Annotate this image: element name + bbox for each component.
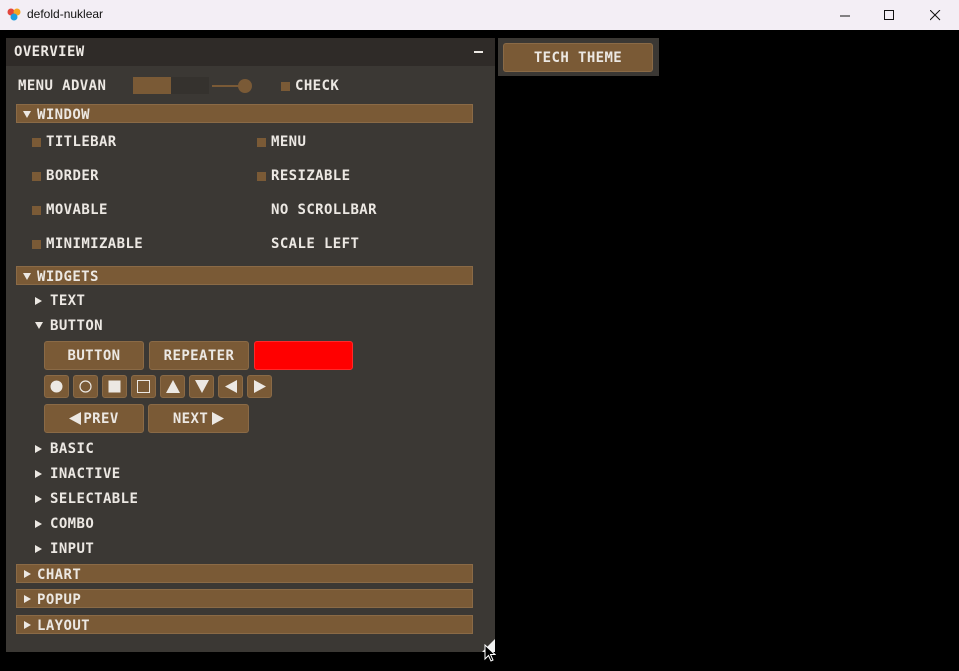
triangle-right-icon	[253, 380, 266, 393]
minimizable-option-label[interactable]: Minimizable	[46, 237, 143, 251]
menu-advanced-label[interactable]: Menu Advan	[18, 79, 106, 93]
symbol-rect-outline-button[interactable]	[131, 375, 156, 398]
collapsed-arrow-icon	[35, 520, 42, 528]
tree-node-basic[interactable]: Basic	[50, 442, 94, 456]
menu-option-label[interactable]: Menu	[271, 135, 306, 149]
collapsed-arrow-icon	[24, 570, 31, 578]
titlebar-option-label[interactable]: Titlebar	[46, 135, 117, 149]
repeater-button-label: Repeater	[163, 347, 235, 364]
overview-window: Overview Menu Advan Check Window Titleba…	[6, 38, 495, 652]
collapsed-arrow-icon	[35, 470, 42, 478]
triangle-right-icon	[212, 412, 225, 425]
window-title: defold-nuklear	[27, 7, 104, 21]
popup-section-header[interactable]: Popup	[16, 589, 473, 608]
window-section-label: Window	[37, 107, 90, 123]
widgets-section-header[interactable]: Widgets	[16, 266, 473, 285]
symbol-triangle-left-button[interactable]	[218, 375, 243, 398]
collapsed-arrow-icon	[35, 445, 42, 453]
widgets-section-label: Widgets	[37, 269, 99, 285]
chart-section-header[interactable]: Chart	[16, 564, 473, 583]
overview-header[interactable]: Overview	[6, 38, 495, 66]
overview-minimize-button[interactable]	[472, 42, 486, 58]
mouse-cursor-icon	[484, 644, 496, 662]
symbol-triangle-right-button[interactable]	[247, 375, 272, 398]
defold-logo-icon	[7, 8, 21, 21]
prev-button-label: Prev	[83, 410, 119, 427]
button-button-label: Button	[67, 347, 121, 364]
titlebar-checkbox[interactable]	[32, 138, 41, 147]
tree-node-selectable[interactable]: Selectable	[50, 492, 138, 506]
menu-check-label[interactable]: Check	[295, 79, 339, 93]
tree-node-combo[interactable]: Combo	[50, 517, 94, 531]
menu-check-box[interactable]	[281, 82, 290, 91]
next-button[interactable]: Next	[148, 404, 249, 433]
expanded-arrow-icon	[23, 273, 31, 280]
triangle-up-icon	[165, 380, 180, 393]
collapsed-arrow-icon	[24, 621, 31, 629]
symbol-circle-outline-button[interactable]	[73, 375, 98, 398]
app-titlebar: defold-nuklear	[0, 0, 959, 30]
symbol-triangle-up-button[interactable]	[160, 375, 185, 398]
button-button[interactable]: Button	[44, 341, 144, 370]
window-section-header[interactable]: Window	[16, 104, 473, 123]
menu-progress-filled	[133, 77, 171, 94]
next-button-label: Next	[172, 410, 209, 427]
tree-node-button[interactable]: Button	[50, 319, 103, 333]
tech-theme-button[interactable]: Tech Theme	[503, 43, 653, 72]
tree-node-inactive[interactable]: Inactive	[50, 467, 121, 481]
menu-progress-track	[171, 77, 209, 94]
popup-section-label: Popup	[37, 592, 82, 608]
rect-outline-icon	[137, 380, 150, 393]
tech-theme-label: Tech Theme	[533, 49, 623, 66]
tech-theme-window: Tech Theme	[498, 38, 659, 76]
circle-solid-icon	[50, 380, 63, 393]
layout-section-label: Layout	[37, 618, 90, 634]
layout-section-header[interactable]: Layout	[16, 615, 473, 634]
maximize-button[interactable]	[866, 0, 912, 30]
symbol-triangle-down-button[interactable]	[189, 375, 214, 398]
collapsed-arrow-icon	[35, 297, 42, 305]
symbol-circle-solid-button[interactable]	[44, 375, 69, 398]
resizable-checkbox[interactable]	[257, 172, 266, 181]
chart-section-label: Chart	[37, 567, 82, 583]
collapsed-arrow-icon	[35, 495, 42, 503]
no-scrollbar-checkbox[interactable]	[257, 206, 266, 215]
border-option-label[interactable]: Border	[46, 169, 99, 183]
menu-checkbox[interactable]	[257, 138, 266, 147]
collapsed-arrow-icon	[35, 545, 42, 553]
movable-checkbox[interactable]	[32, 206, 41, 215]
expanded-arrow-icon	[35, 322, 43, 329]
maximize-icon	[883, 9, 894, 20]
collapsed-arrow-icon	[24, 595, 31, 603]
triangle-left-icon	[224, 380, 237, 393]
scale-left-checkbox[interactable]	[257, 240, 266, 249]
triangle-down-icon	[194, 380, 209, 393]
menu-slider-handle[interactable]	[238, 79, 252, 93]
close-icon	[929, 9, 940, 20]
minimize-icon	[839, 15, 850, 16]
close-button[interactable]	[912, 0, 958, 30]
repeater-button[interactable]: Repeater	[149, 341, 249, 370]
expanded-arrow-icon	[23, 111, 31, 118]
no-scrollbar-option-label[interactable]: No Scrollbar	[271, 203, 377, 217]
overview-title: Overview	[14, 44, 85, 60]
minimizable-checkbox[interactable]	[32, 240, 41, 249]
scale-left-option-label[interactable]: Scale Left	[271, 237, 359, 251]
minimize-button[interactable]	[822, 0, 868, 30]
border-checkbox[interactable]	[32, 172, 41, 181]
circle-outline-icon	[79, 380, 92, 393]
app-canvas: Overview Menu Advan Check Window Titleba…	[0, 30, 959, 671]
triangle-left-icon	[69, 412, 82, 425]
tree-node-input[interactable]: Input	[50, 542, 94, 556]
symbol-rect-solid-button[interactable]	[102, 375, 127, 398]
tree-node-text[interactable]: Text	[50, 294, 85, 308]
movable-option-label[interactable]: Movable	[46, 203, 108, 217]
resizable-option-label[interactable]: Resizable	[271, 169, 350, 183]
prev-button[interactable]: Prev	[44, 404, 144, 433]
color-button[interactable]	[254, 341, 353, 370]
rect-solid-icon	[108, 380, 121, 393]
